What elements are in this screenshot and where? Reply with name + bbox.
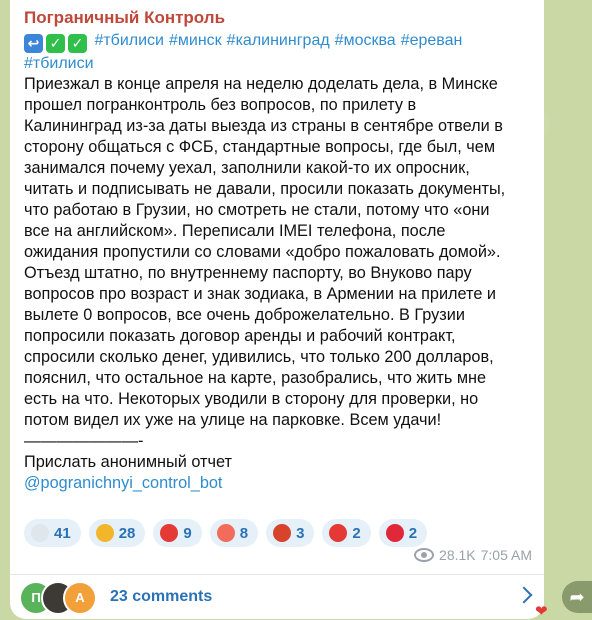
body-line: спросили сколько денег, удивились, что т… (24, 348, 494, 366)
hundred-icon (329, 524, 348, 542)
reaction-count: 3 (296, 524, 305, 542)
hashtag-link[interactable]: #москва (335, 32, 396, 49)
post-time: 7:05 AM (480, 547, 532, 563)
heart-icon: ❤ (535, 603, 548, 620)
reaction-count: 9 (183, 524, 192, 542)
comments-count-label: 23 comments (110, 588, 213, 605)
hashtag-link[interactable]: #минск (169, 32, 222, 49)
post-tags: ↩ ✓ ✓ #тбилиси #минск #калининград #москва #ер… (24, 30, 534, 74)
reaction-count: 41 (54, 524, 71, 542)
reaction-dove[interactable]: 41 (24, 519, 81, 547)
body-line: сторону общаться с ФСБ, стандартные вопр… (24, 138, 496, 156)
body-line: Отъезд штатно, по внутреннему паспорту, … (24, 264, 472, 282)
cursing-face-icon (273, 524, 292, 542)
hashtag-link[interactable]: #тбилиси (94, 32, 164, 49)
post-body: Приезжал в конце апреля на неделю додела… (24, 74, 534, 494)
body-line: вылете 0 вопросов, все очень доброжелате… (24, 306, 465, 324)
body-line: все на английском». Переписали IMEI теле… (24, 222, 446, 240)
post-content: ↩ ✓ ✓ #тбилиси #минск #калининград #москва #ер… (24, 30, 534, 494)
body-line: прошел погранконтроль без вопросов, по п… (24, 96, 417, 114)
bot-link[interactable]: @pogranichnyi_control_bot (24, 473, 534, 494)
reaction-count: 8 (239, 524, 249, 542)
eye-icon (414, 548, 435, 562)
thumbs-up-icon (95, 524, 114, 542)
heart-icon (160, 524, 179, 542)
separator-line: ———————- (24, 432, 144, 450)
body-line: ожидания пропустили со словами «добро по… (24, 243, 501, 261)
reaction-heart[interactable]: 9 (153, 519, 202, 547)
body-line: потом видел их уже на улице на парковке.… (24, 411, 442, 429)
check-mark-emoji-icon: ✓ (46, 34, 65, 53)
body-line: читать и подписывать не давали, просили … (24, 180, 506, 198)
anonymous-report-label: Прислать анонимный отчет (24, 453, 232, 471)
reactions-bar: 41 28 9 8 3 2 2 (24, 519, 428, 547)
hashtag-link[interactable]: #калининград (227, 32, 330, 49)
body-line: есть на что. Некоторых уводили в сторону… (24, 390, 479, 408)
body-line: Приезжал в конце апреля на неделю додела… (24, 75, 498, 93)
strawberry-icon (385, 524, 404, 542)
body-line: Калининград из-за даты выезда из страны … (24, 117, 503, 135)
reaction-clown[interactable]: 8 (209, 519, 259, 547)
reaction-count: 2 (352, 524, 361, 542)
check-mark-emoji-icon: ✓ (68, 34, 87, 53)
avatar: А (63, 581, 97, 615)
share-arrow-icon[interactable]: ➦ (562, 581, 592, 613)
reaction-count: 28 (118, 524, 136, 542)
body-line: попросили показать договор аренды и рабо… (24, 327, 456, 345)
commenter-avatars: П А (19, 581, 109, 615)
return-arrow-emoji-icon: ↩ (24, 34, 43, 53)
reaction-strawberry[interactable]: 2 (378, 519, 428, 547)
dove-icon (31, 524, 49, 542)
hashtag-link[interactable]: #тбилиси (24, 55, 94, 72)
body-line: что работаю в Грузии, но смотреть не ста… (24, 201, 490, 219)
channel-post-bubble: Пограничный Контроль ↩ ✓ ✓ #тбилиси #минск #… (10, 0, 544, 619)
channel-name[interactable]: Пограничный Контроль (24, 8, 225, 28)
body-line: вопросов про возраст и знак зодиака, в А… (24, 285, 497, 303)
reaction-cursing[interactable]: 3 (266, 519, 315, 547)
clown-face-icon (216, 524, 235, 542)
comments-button[interactable]: П А 23 comments (10, 575, 544, 619)
reaction-thumbs-up[interactable]: 28 (88, 519, 146, 547)
hashtag-link[interactable]: #ереван (401, 32, 463, 49)
chevron-right-icon (515, 586, 533, 604)
view-count: 28.1K (439, 547, 476, 563)
reaction-hundred[interactable]: 2 (322, 519, 371, 547)
reaction-count: 2 (408, 524, 418, 542)
body-line: пояснил, что остальное на карте, разобра… (24, 369, 487, 387)
body-line: занимался почему уехал, заполнили какой-… (24, 159, 470, 177)
post-meta: 28.1K 7:05 AM (414, 547, 532, 563)
